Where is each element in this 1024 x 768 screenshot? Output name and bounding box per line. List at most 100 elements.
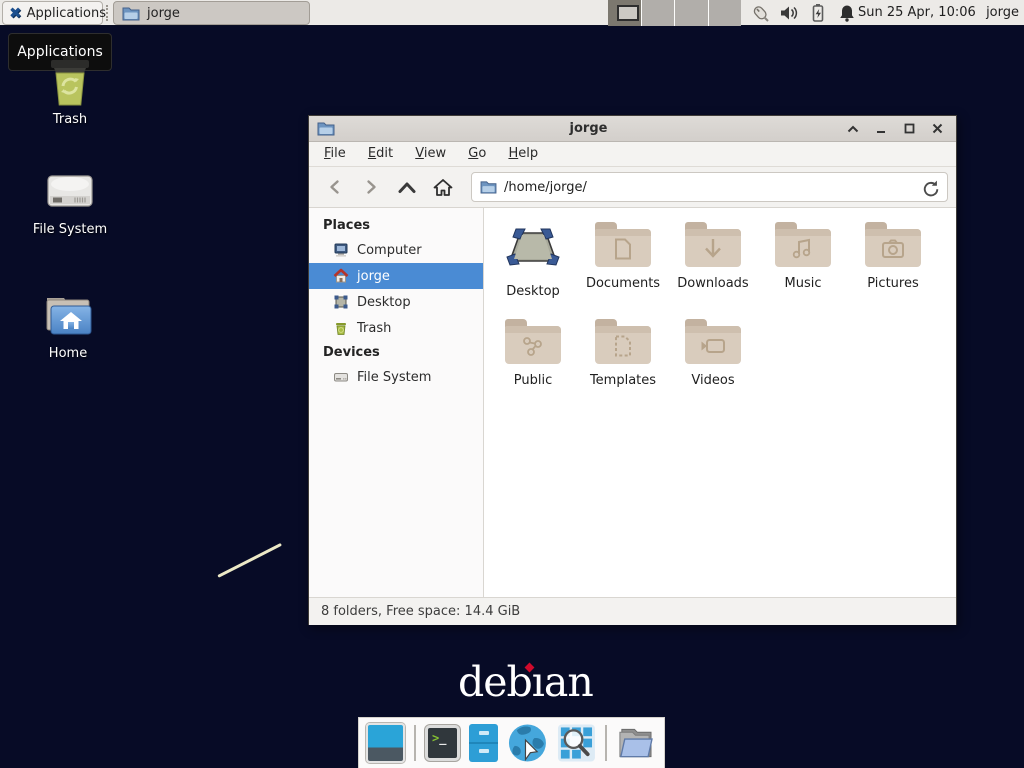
desktop-icon-label: Trash [53,112,87,127]
sidebar-item-label: Trash [357,321,391,336]
hard-drive-icon [45,168,95,216]
battery-icon[interactable] [808,3,828,23]
sidebar: Places Computer jorge [309,208,484,597]
sidebar-item-label: Desktop [357,295,411,310]
file-item-videos[interactable]: Videos [668,317,758,414]
desktop-icon [333,294,349,310]
path-input[interactable]: /home/jorge/ [504,180,913,195]
file-item-desktop[interactable]: Desktop [488,220,578,317]
file-item-public[interactable]: Public [488,317,578,414]
folder-icon [595,229,651,267]
home-icon [333,268,349,284]
taskbar-window-button[interactable]: jorge [113,1,310,25]
file-item-label: Music [785,276,822,291]
folder-icon [505,326,561,364]
system-tray [750,0,857,26]
file-item-label: Desktop [506,284,560,299]
desktop-icon-label: Home [49,346,87,361]
menu-file[interactable]: File [315,142,355,166]
forward-button[interactable] [353,171,389,203]
folder-icon [685,229,741,267]
menubar: File Edit View Go Help [309,142,956,167]
desktop-icon-file-system[interactable]: File System [25,168,115,237]
toolbar: /home/jorge/ [309,167,956,208]
file-item-music[interactable]: Music [758,220,848,317]
computer-icon [333,242,349,258]
file-item-documents[interactable]: Documents [578,220,668,317]
applications-menu-label: Applications [27,6,106,21]
sidebar-item-label: File System [357,370,431,385]
folder-icon [685,326,741,364]
menu-view[interactable]: View [406,142,455,166]
template-document-icon [614,335,632,357]
file-item-pictures[interactable]: Pictures [848,220,938,317]
menu-edit[interactable]: Edit [359,142,402,166]
dock-separator [414,725,416,761]
show-desktop-icon[interactable] [366,723,405,763]
debian-logo-text: deb [458,658,532,706]
sidebar-item-desktop[interactable]: Desktop [309,289,483,315]
folder-icon [122,6,140,21]
folder-icon [865,229,921,267]
panel-username: jorge [986,0,1019,26]
sidebar-item-computer[interactable]: Computer [309,237,483,263]
folder-icon [775,229,831,267]
document-icon [614,238,632,260]
file-item-label: Documents [586,276,660,291]
file-item-label: Templates [590,373,656,388]
workspace-pager [608,0,741,26]
file-icon-view: Desktop Documents Downloads [484,208,956,597]
sidebar-item-file-system[interactable]: File System [309,364,483,390]
desktop-icon-home[interactable]: Home [23,290,113,361]
hard-drive-icon [333,369,349,385]
sidebar-item-trash[interactable]: Trash [309,315,483,341]
sidebar-item-jorge[interactable]: jorge [309,263,483,289]
menu-go[interactable]: Go [459,142,495,166]
home-button[interactable] [425,171,461,203]
close-button[interactable] [926,118,948,140]
file-item-templates[interactable]: Templates [578,317,668,414]
minimize-button[interactable] [870,118,892,140]
sidebar-header-places: Places [309,214,483,237]
panel-clock: Sun 25 Apr, 10:06 [858,0,976,26]
window-titlebar[interactable]: jorge [309,116,956,142]
camera-icon [881,239,905,259]
workspace-1[interactable] [608,0,642,26]
reload-icon[interactable] [920,178,939,197]
debian-logo: debıan [458,660,593,708]
mouse-icon[interactable] [750,3,770,23]
desktop-icon [505,220,561,275]
up-button[interactable] [389,171,425,203]
file-manager-window: jorge File Edit View Go Help [308,115,957,625]
file-item-label: Public [514,373,552,388]
debian-logo-text: ı [532,658,544,706]
top-panel: ✖ Applications jorge [0,0,1024,26]
desktop-root: { "colors": { "desktop_bg": "#070b26", "… [0,0,1024,768]
terminal-icon[interactable]: >_ [425,725,460,761]
back-button[interactable] [317,171,353,203]
bell-icon[interactable] [837,3,857,23]
file-item-downloads[interactable]: Downloads [668,220,758,317]
path-bar[interactable]: /home/jorge/ [471,172,948,202]
window-title: jorge [341,121,836,136]
workspace-3[interactable] [675,0,709,26]
app-finder-icon[interactable] [557,723,596,763]
web-browser-icon[interactable] [507,722,548,764]
file-manager-icon[interactable] [616,723,657,763]
desktop-icon-label: File System [33,222,107,237]
volume-icon[interactable] [779,3,799,23]
dock-panel: >_ [358,717,665,768]
xfce-logo-icon: ✖ [9,6,22,21]
share-icon [522,335,544,357]
desktop-icon-trash[interactable]: Trash [25,56,115,127]
taskbar-window-label: jorge [147,6,180,21]
file-cabinet-icon[interactable] [469,724,498,762]
menu-help[interactable]: Help [499,142,547,166]
applications-menu-button[interactable]: ✖ Applications [2,1,103,25]
dock-separator [605,725,607,761]
shade-button[interactable] [842,118,864,140]
file-item-label: Videos [691,373,734,388]
maximize-button[interactable] [898,118,920,140]
workspace-2[interactable] [642,0,676,26]
workspace-4[interactable] [709,0,742,26]
